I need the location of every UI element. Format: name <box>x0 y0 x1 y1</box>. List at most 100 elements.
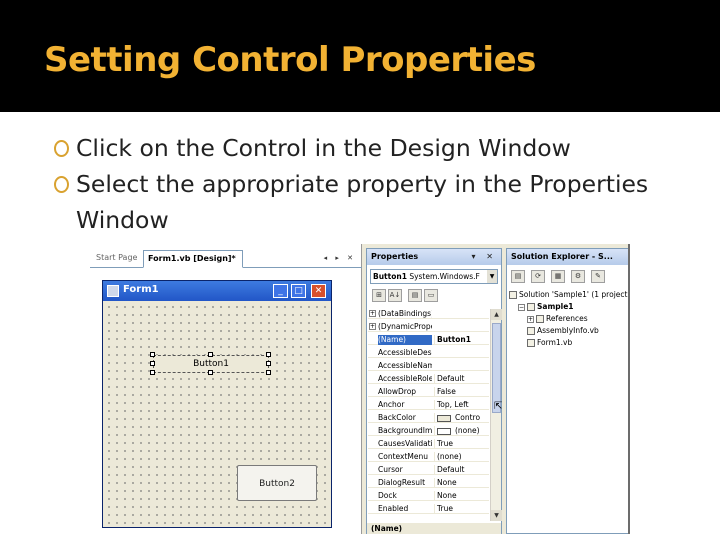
property-value[interactable]: Top, Left <box>434 400 489 410</box>
property-value[interactable]: (none) <box>434 426 489 436</box>
tree-node-label: Sample1 <box>537 302 574 311</box>
object-name: Button1 <box>373 272 407 281</box>
property-value-text: Top, Left <box>437 400 469 409</box>
chevron-down-icon[interactable]: ▼ <box>487 270 497 283</box>
solution-explorer: Solution Explorer - S... ▤ ⟳ ▦ ⚙ ✎ Solut… <box>506 248 630 534</box>
resize-handle[interactable] <box>150 361 155 366</box>
tree-node[interactable]: AssemblyInfo.vb <box>509 325 629 337</box>
bullet-circle-icon <box>54 176 69 193</box>
alphabetical-icon[interactable]: A↓ <box>388 289 402 302</box>
property-value[interactable]: False <box>434 387 489 397</box>
solution-explorer-title: Solution Explorer - S... <box>507 249 629 265</box>
property-value[interactable]: Button1 <box>434 335 489 345</box>
property-row[interactable]: Enabled True <box>368 504 489 515</box>
property-row[interactable]: Dock None <box>368 491 489 502</box>
tree-node[interactable]: Solution 'Sample1' (1 project) <box>509 289 630 301</box>
property-grid-scrollbar[interactable]: ▲ ▼ <box>490 309 502 521</box>
property-value[interactable]: (none) <box>434 452 489 462</box>
bullet-list: Click on the Control in the Design Windo… <box>52 130 692 238</box>
property-value[interactable]: Default <box>434 374 489 384</box>
resize-handle[interactable] <box>150 370 155 375</box>
property-row[interactable]: CausesValidation True <box>368 439 489 450</box>
button2-control[interactable]: Button2 <box>237 465 317 501</box>
expand-icon[interactable]: + <box>369 310 376 317</box>
property-row[interactable]: AccessibleName <box>368 361 489 372</box>
object-type: System.Windows.F <box>409 272 480 281</box>
resize-handle[interactable] <box>208 370 213 375</box>
property-row[interactable]: (Name) Button1 <box>368 335 489 346</box>
property-row[interactable]: AccessibleDescription <box>368 348 489 359</box>
tab-scroll-close-icons[interactable]: ◂ ▸ ✕ <box>324 254 356 262</box>
resize-handle[interactable] <box>266 361 271 366</box>
property-row[interactable]: +(DynamicProperties) <box>368 322 489 333</box>
slide-title: Setting Control Properties <box>44 40 536 80</box>
form-design-surface[interactable]: Button1 Button2 <box>105 303 329 525</box>
show-all-files-icon[interactable]: ▤ <box>511 270 525 283</box>
property-row[interactable]: Anchor Top, Left <box>368 400 489 411</box>
minimize-icon[interactable]: _ <box>273 284 288 298</box>
tree-node[interactable]: − Sample1 <box>509 301 629 313</box>
properties-title: Properties ▾ ✕ <box>367 249 501 265</box>
file-icon <box>527 339 535 347</box>
design-window: Start Page Form1.vb [Design]* ◂ ▸ ✕ Form… <box>90 244 362 534</box>
property-name: ContextMenu <box>378 452 428 461</box>
property-description: (Name) <box>367 523 501 534</box>
property-value[interactable]: Contro <box>434 413 489 423</box>
property-value[interactable]: None <box>434 491 489 501</box>
form1-designer[interactable]: Form1 _ □ ✕ Button1 Button2 <box>102 280 332 528</box>
tree-node[interactable]: Form1.vb <box>509 337 629 349</box>
scroll-up-icon[interactable]: ▲ <box>491 309 502 320</box>
property-name: AccessibleRole <box>378 374 432 383</box>
property-value[interactable]: True <box>434 504 489 514</box>
tab-start-page[interactable]: Start Page <box>92 250 142 268</box>
bullet-item: Click on the Control in the Design Windo… <box>52 130 692 166</box>
property-name: AccessibleName <box>378 361 432 370</box>
scroll-down-icon[interactable]: ▼ <box>491 510 502 521</box>
object-selector[interactable]: Button1 System.Windows.F ▼ <box>370 269 498 284</box>
property-row[interactable]: Cursor Default <box>368 465 489 476</box>
categorized-icon[interactable]: ⊞ <box>372 289 386 302</box>
property-row[interactable]: + (DataBindings) <box>368 309 489 320</box>
color-swatch <box>437 427 451 435</box>
resize-handle[interactable] <box>266 370 271 375</box>
refresh-icon[interactable]: ⟳ <box>531 270 545 283</box>
view-code-icon[interactable]: ▦ <box>551 270 565 283</box>
property-row[interactable]: AllowDrop False <box>368 387 489 398</box>
maximize-icon[interactable]: □ <box>291 284 306 298</box>
property-row[interactable]: BackgroundImage (none) <box>368 426 489 437</box>
view-designer-icon[interactable]: ⚙ <box>571 270 585 283</box>
solution-tree: Solution 'Sample1' (1 project) − Sample1 + R… <box>509 289 630 349</box>
property-pages-icon[interactable]: ▭ <box>424 289 438 302</box>
screenshot-edge <box>628 244 630 534</box>
property-name: Cursor <box>378 465 403 474</box>
property-name: (DataBindings) <box>378 309 432 318</box>
expand-icon[interactable]: − <box>518 303 525 311</box>
property-name: BackgroundImage <box>378 426 432 435</box>
property-value-text: Button1 <box>437 335 471 344</box>
properties-view-icon[interactable]: ▤ <box>408 289 422 302</box>
property-row[interactable]: ContextMenu (none) <box>368 452 489 463</box>
property-row[interactable]: DialogResult None <box>368 478 489 489</box>
property-value[interactable]: Default <box>434 465 489 475</box>
color-swatch <box>437 414 451 422</box>
property-value[interactable]: True <box>434 439 489 449</box>
property-row[interactable]: BackColor Contro <box>368 413 489 424</box>
pin-close-icons[interactable]: ▾ ✕ <box>471 249 497 265</box>
property-value-text: False <box>437 387 456 396</box>
scroll-thumb[interactable] <box>492 323 501 413</box>
expand-icon[interactable]: + <box>369 323 376 330</box>
bullet-circle-icon <box>54 140 69 157</box>
expand-icon[interactable]: + <box>527 315 534 323</box>
property-name: Enabled <box>378 504 409 513</box>
resize-handle[interactable] <box>150 352 155 357</box>
property-value[interactable]: None <box>434 478 489 488</box>
tree-node[interactable]: + References <box>509 313 629 325</box>
tab-form1-design[interactable]: Form1.vb [Design]* <box>143 250 243 268</box>
close-icon[interactable]: ✕ <box>311 284 326 298</box>
resize-handle[interactable] <box>208 352 213 357</box>
form1-titlebar: Form1 _ □ ✕ <box>103 281 331 301</box>
resize-handle[interactable] <box>266 352 271 357</box>
property-row[interactable]: AccessibleRole Default <box>368 374 489 385</box>
properties-icon[interactable]: ✎ <box>591 270 605 283</box>
property-value-text: (none) <box>437 452 462 461</box>
